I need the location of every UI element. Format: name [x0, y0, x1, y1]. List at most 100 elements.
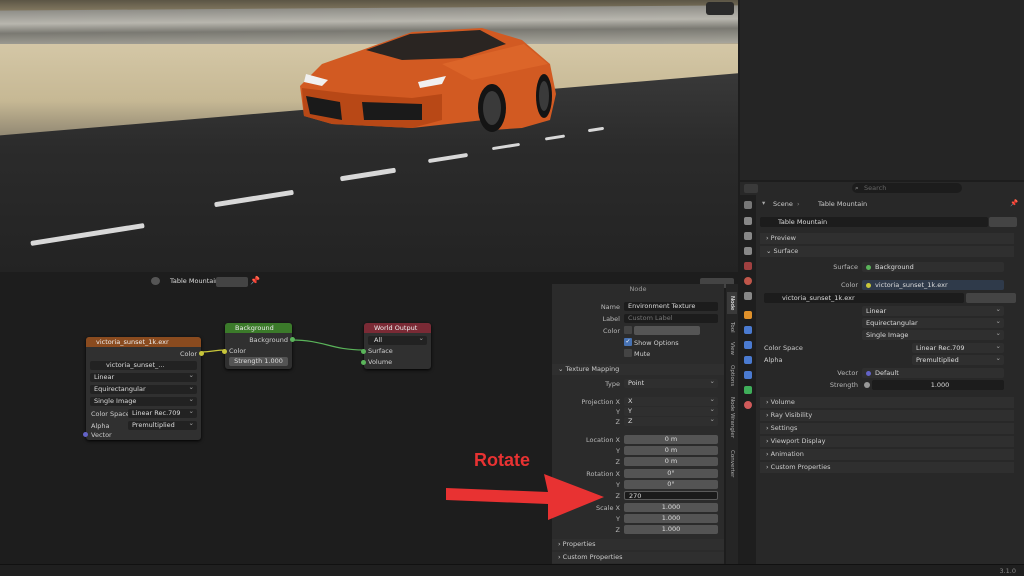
- show-options-label: Show Options: [634, 339, 679, 347]
- sports-car: [300, 28, 556, 132]
- physics-icon[interactable]: [744, 356, 752, 364]
- view-layer-icon[interactable]: [744, 247, 752, 255]
- node-name-input[interactable]: Environment Texture: [624, 302, 718, 311]
- output-socket[interactable]: [199, 351, 204, 356]
- modifier-icon[interactable]: [744, 326, 752, 334]
- image-buttons[interactable]: [966, 293, 1016, 303]
- alpha-select[interactable]: Premultiplied: [912, 353, 1004, 365]
- tab-node-wrangler[interactable]: Node Wrangler: [727, 394, 737, 442]
- world-output-node[interactable]: World Output All Surface Volume: [361, 323, 431, 369]
- projection-z-select[interactable]: Z: [624, 415, 718, 426]
- tab-tool[interactable]: Tool: [727, 318, 737, 336]
- tool-icon[interactable]: [744, 201, 752, 209]
- collection-icon[interactable]: [744, 292, 752, 300]
- projection-x-select[interactable]: X: [624, 395, 718, 406]
- strength-field[interactable]: 1.000: [872, 380, 1004, 390]
- extension-select[interactable]: Single Image: [862, 328, 1004, 340]
- world-icon[interactable]: [744, 277, 752, 285]
- color-input-socket[interactable]: [222, 349, 227, 354]
- image-selector[interactable]: victoria_sunset_...: [90, 361, 197, 370]
- 3d-viewport[interactable]: [0, 0, 738, 272]
- pin-icon[interactable]: 📌: [1010, 199, 1018, 207]
- world-datablock-buttons[interactable]: [989, 217, 1017, 227]
- color-input-select[interactable]: victoria_sunset_1k.exr: [862, 280, 1004, 290]
- surface-shader-select[interactable]: Background: [862, 262, 1004, 272]
- custom-properties-header[interactable]: › Custom Properties: [552, 552, 724, 563]
- particles-icon[interactable]: [744, 341, 752, 349]
- color-checkbox[interactable]: [624, 326, 632, 334]
- env-texture-node[interactable]: victoria_sunset_1k.exr Color victoria_su…: [83, 337, 204, 440]
- strength-field[interactable]: Strength 1.000: [229, 357, 288, 366]
- strength-socket-dot: [864, 382, 870, 388]
- volume-label: Volume: [368, 358, 393, 366]
- scene-icon[interactable]: [744, 262, 752, 270]
- data-icon[interactable]: [744, 386, 752, 394]
- ray-visibility-panel-header[interactable]: › Ray Visibility: [760, 410, 1014, 421]
- volume-panel-header[interactable]: › Volume: [760, 397, 1014, 408]
- search-input[interactable]: ⌕ Search: [852, 183, 962, 193]
- tab-options[interactable]: Options: [727, 362, 737, 390]
- color-space-select[interactable]: Linear Rec.709: [912, 341, 1004, 353]
- mute-checkbox[interactable]: [624, 349, 632, 357]
- scale-y-field[interactable]: 1.000: [624, 514, 718, 523]
- vector-label: Vector: [837, 369, 858, 377]
- surface-panel-header[interactable]: ⌄ Surface: [760, 246, 1014, 257]
- outliner-area[interactable]: [740, 0, 1024, 180]
- show-options-checkbox[interactable]: ✓: [624, 338, 632, 346]
- vector-socket[interactable]: [83, 432, 88, 437]
- vector-select[interactable]: Default: [862, 368, 1004, 378]
- node-title: World Output: [364, 323, 431, 333]
- color-swatch[interactable]: [634, 326, 700, 335]
- rotation-z-field[interactable]: 270: [624, 491, 718, 500]
- shader-dot: [866, 264, 871, 270]
- extension-select[interactable]: Single Image: [90, 395, 197, 406]
- settings-panel-header[interactable]: › Settings: [760, 423, 1014, 434]
- world-datablock[interactable]: Table Mountain: [760, 217, 988, 227]
- tab-converter[interactable]: Converter: [727, 446, 737, 482]
- output-icon[interactable]: [744, 232, 752, 240]
- texture-mapping-header[interactable]: ⌄ Texture Mapping: [552, 364, 724, 375]
- animation-panel-header[interactable]: › Animation: [760, 449, 1014, 460]
- input-color-label: Color: [229, 347, 246, 355]
- tab-node[interactable]: Node: [727, 292, 737, 314]
- sidebar-tabs: Node Tool View Options Node Wrangler Con…: [726, 284, 738, 564]
- material-icon[interactable]: [744, 401, 752, 409]
- interpolation-select[interactable]: Linear: [862, 304, 1004, 316]
- scale-z-field[interactable]: 1.000: [624, 525, 718, 534]
- target-select[interactable]: All: [368, 334, 427, 345]
- projection-select[interactable]: Equirectangular: [90, 383, 197, 394]
- preview-panel-header[interactable]: › Preview: [760, 233, 1014, 244]
- location-y-field[interactable]: 0 m: [624, 446, 718, 455]
- projection-select[interactable]: Equirectangular: [862, 316, 1004, 328]
- properties-header[interactable]: › Properties: [552, 539, 724, 550]
- node-section-title[interactable]: Node: [552, 284, 724, 295]
- color-space-select[interactable]: Linear Rec.709: [128, 407, 197, 418]
- object-icon[interactable]: [744, 311, 752, 319]
- rotation-x-field[interactable]: 0°: [624, 469, 718, 478]
- node-sidebar[interactable]: Node Name Environment Texture Label Cust…: [552, 284, 724, 564]
- type-label: Type: [605, 380, 620, 388]
- interpolation-select[interactable]: Linear: [90, 371, 197, 382]
- output-socket[interactable]: [290, 337, 295, 342]
- color-space-label: Color Space: [764, 344, 803, 352]
- projection-y-select[interactable]: Y: [624, 405, 718, 416]
- viewport-shading-buttons[interactable]: [706, 2, 734, 15]
- background-node[interactable]: Background Background Color Strength 1.0…: [222, 323, 295, 369]
- constraints-icon[interactable]: [744, 371, 752, 379]
- surface-socket[interactable]: [361, 349, 366, 354]
- image-selector[interactable]: victoria_sunset_1k.exr: [764, 293, 964, 303]
- node-label-input[interactable]: Custom Label: [624, 314, 718, 323]
- editor-type-icon[interactable]: [744, 184, 758, 193]
- rotation-y-field[interactable]: 0°: [624, 480, 718, 489]
- scale-x-field[interactable]: 1.000: [624, 503, 718, 512]
- render-icon[interactable]: [744, 217, 752, 225]
- tab-view[interactable]: View: [727, 340, 737, 358]
- mapping-type-select[interactable]: Point: [624, 377, 718, 388]
- custom-properties-panel-header[interactable]: › Custom Properties: [760, 462, 1014, 473]
- location-x-field[interactable]: 0 m: [624, 435, 718, 444]
- location-z-field[interactable]: 0 m: [624, 457, 718, 466]
- viewport-display-panel-header[interactable]: › Viewport Display: [760, 436, 1014, 447]
- search-placeholder: Search: [864, 184, 887, 192]
- volume-socket[interactable]: [361, 360, 366, 365]
- alpha-select[interactable]: Premultiplied: [128, 419, 197, 430]
